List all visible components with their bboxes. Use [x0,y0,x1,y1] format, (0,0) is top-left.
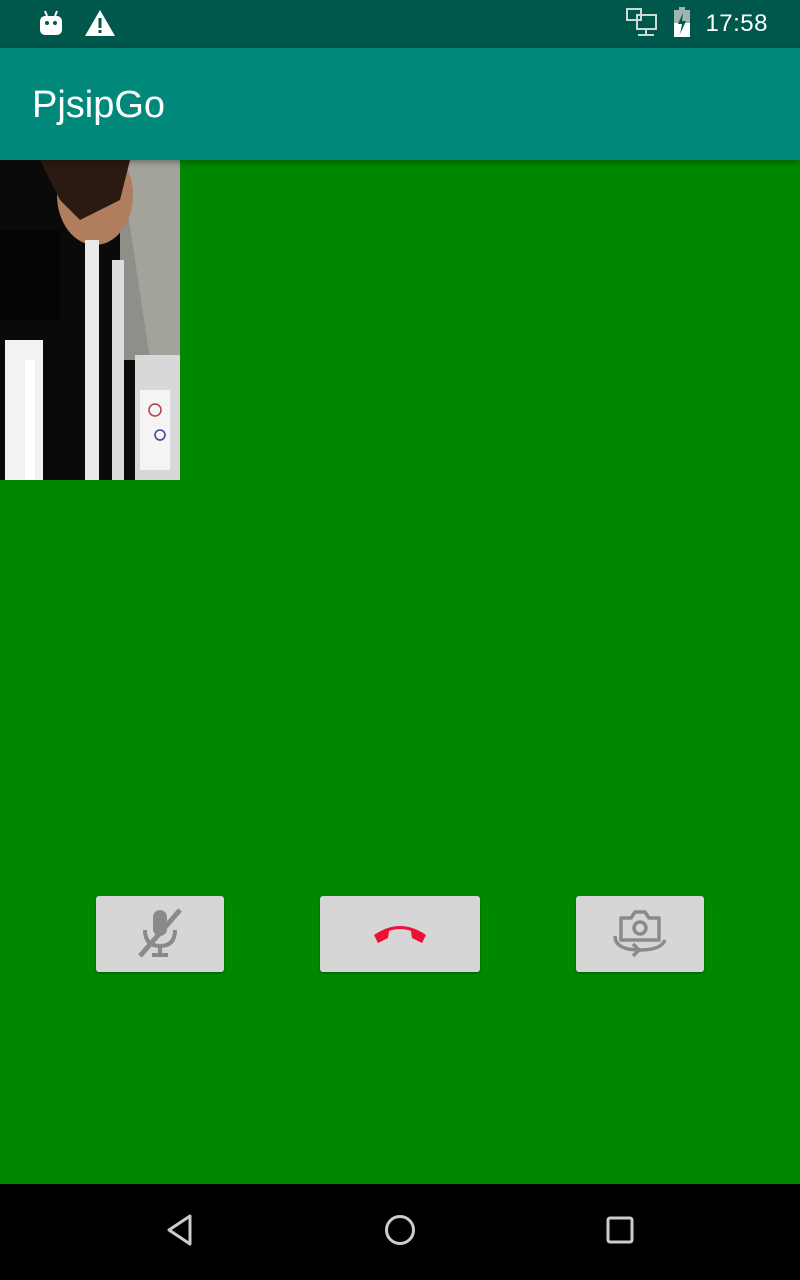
switch-camera-icon [609,904,671,965]
home-icon [383,1213,417,1252]
back-icon [164,1213,196,1252]
ethernet-icon [625,6,659,43]
navigation-bar [0,1184,800,1280]
recents-icon [605,1215,635,1250]
battery-charging-icon [673,6,691,43]
warning-icon [84,8,116,43]
mic-off-icon [132,904,188,965]
back-button[interactable] [156,1208,204,1256]
call-end-icon [370,917,430,952]
mute-button[interactable] [96,896,224,972]
hangup-button[interactable] [320,896,480,972]
android-notification-icon [36,8,66,43]
home-button[interactable] [376,1208,424,1256]
recents-button[interactable] [596,1208,644,1256]
status-bar: 17:58 [0,0,800,48]
camera-preview [0,160,180,480]
app-bar: PjsipGo [0,48,800,160]
app-title: PjsipGo [32,84,166,126]
call-screen [0,160,800,1184]
switch-camera-button[interactable] [576,896,704,972]
status-time: 17:58 [705,10,768,37]
